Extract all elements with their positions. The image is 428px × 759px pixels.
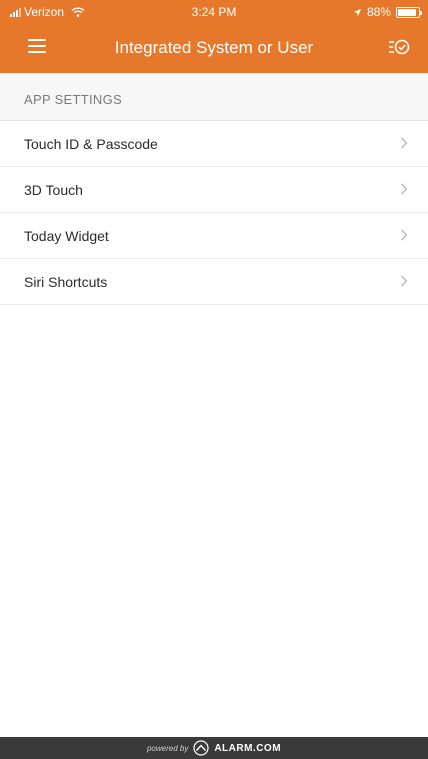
footer-bar: powered by ALARM.COM bbox=[0, 737, 428, 759]
chevron-right-icon bbox=[401, 275, 408, 287]
powered-by-label: powered by bbox=[146, 743, 189, 753]
page-title: Integrated System or User bbox=[114, 38, 314, 57]
settings-item-label: Today Widget bbox=[24, 228, 109, 244]
battery-group: 88% bbox=[353, 5, 422, 19]
chevron-right-icon bbox=[401, 183, 408, 195]
chevron-right-icon bbox=[401, 137, 408, 149]
hamburger-menu-icon[interactable] bbox=[28, 39, 46, 53]
app-screen: Verizon 3:24 PM 88% Integrated System or… bbox=[0, 0, 428, 759]
app-header: Verizon 3:24 PM 88% Integrated System or… bbox=[0, 0, 428, 73]
settings-item-today-widget[interactable]: Today Widget bbox=[0, 213, 428, 259]
checklist-icon[interactable] bbox=[388, 36, 410, 58]
nav-bar: Integrated System or User bbox=[0, 24, 428, 73]
status-bar: Verizon 3:24 PM 88% bbox=[0, 0, 428, 24]
settings-item-3d-touch[interactable]: 3D Touch bbox=[0, 167, 428, 213]
settings-item-label: 3D Touch bbox=[24, 182, 83, 198]
settings-item-label: Touch ID & Passcode bbox=[24, 136, 158, 152]
settings-item-siri-shortcuts[interactable]: Siri Shortcuts bbox=[0, 259, 428, 305]
section-header: APP SETTINGS bbox=[0, 73, 428, 121]
brand-name: ALARM.COM bbox=[214, 742, 282, 754]
settings-list: Touch ID & Passcode 3D Touch Today Widge… bbox=[0, 121, 428, 305]
chevron-right-icon bbox=[401, 229, 408, 241]
alarm-com-logo-icon bbox=[193, 740, 209, 756]
settings-item-label: Siri Shortcuts bbox=[24, 274, 108, 290]
battery-fill bbox=[398, 8, 416, 16]
section-title: APP SETTINGS bbox=[24, 92, 122, 107]
settings-item-touch-id[interactable]: Touch ID & Passcode bbox=[0, 121, 428, 167]
location-arrow-icon bbox=[353, 8, 362, 16]
battery-icon bbox=[396, 6, 422, 18]
battery-percent: 88% bbox=[366, 5, 391, 19]
